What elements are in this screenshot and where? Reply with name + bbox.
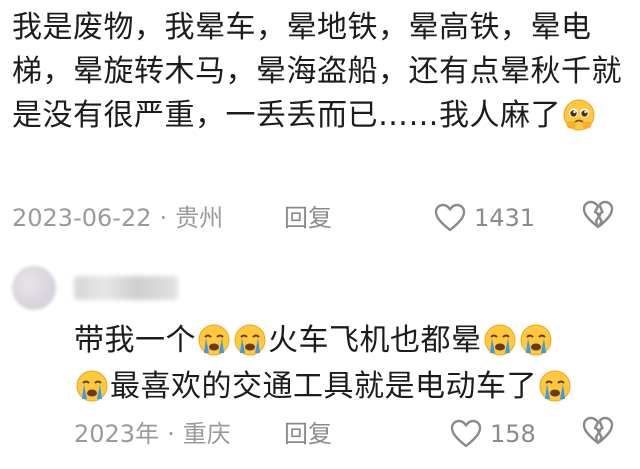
- separator-dot: ·: [167, 420, 175, 448]
- comment-1: 我是废物，我晕车，晕地铁，晕高铁，晕电梯，晕旋转木马，晕海盗船，还有点晕秋千就是…: [12, 6, 628, 138]
- heart-icon: [450, 419, 482, 449]
- username-blurred[interactable]: [74, 276, 178, 300]
- comment-2-body: 带我一个 火车飞机也都晕最喜欢的交通工具就是电动车了: [74, 318, 624, 410]
- pleading-face-icon: [562, 98, 596, 132]
- comment-2-dislike-button[interactable]: [582, 416, 614, 446]
- broken-heart-icon: [582, 416, 614, 446]
- loudly-crying-face-icon: [197, 323, 231, 357]
- separator-dot: ·: [159, 204, 168, 232]
- comment-1-meta: 2023-06-22 · 贵州 回复 1431: [12, 198, 628, 238]
- comment-2-like-button[interactable]: 158: [450, 414, 536, 454]
- comment-1-text: 我是废物，我晕车，晕地铁，晕高铁，晕电梯，晕旋转木马，晕海盗船，还有点晕秋千就是…: [12, 10, 622, 133]
- avatar[interactable]: [12, 266, 56, 310]
- loudly-crying-face-icon: [519, 323, 553, 357]
- loudly-crying-face-icon: [75, 369, 109, 403]
- comment-2-text-c: 最喜欢的交通工具就是电动车了: [110, 369, 537, 404]
- comment-2-date: 2023年: [74, 420, 160, 448]
- comment-2-meta: 2023年 · 重庆 回复 158: [12, 414, 628, 454]
- comment-1-reply-button[interactable]: 回复: [284, 198, 332, 238]
- comment-1-dislike-button[interactable]: [582, 200, 614, 230]
- comment-2-text-b: 火车飞机也都晕: [268, 323, 482, 358]
- comment-1-like-count: 1431: [474, 204, 536, 232]
- loudly-crying-face-icon: [233, 323, 267, 357]
- broken-heart-icon: [582, 200, 614, 230]
- comment-2-like-count: 158: [490, 420, 536, 448]
- comment-2-reply-button[interactable]: 回复: [284, 414, 332, 454]
- comment-2-location: 重庆: [182, 420, 231, 448]
- loudly-crying-face-icon: [483, 323, 517, 357]
- comment-2-text-a: 带我一个: [74, 323, 196, 358]
- heart-icon: [434, 203, 466, 233]
- comment-1-date: 2023-06-22: [12, 204, 152, 232]
- comment-1-like-button[interactable]: 1431: [434, 198, 535, 238]
- comment-1-location: 贵州: [175, 204, 224, 232]
- comment-1-body: 我是废物，我晕车，晕地铁，晕高铁，晕电梯，晕旋转木马，晕海盗船，还有点晕秋千就是…: [12, 6, 628, 138]
- loudly-crying-face-icon: [538, 369, 572, 403]
